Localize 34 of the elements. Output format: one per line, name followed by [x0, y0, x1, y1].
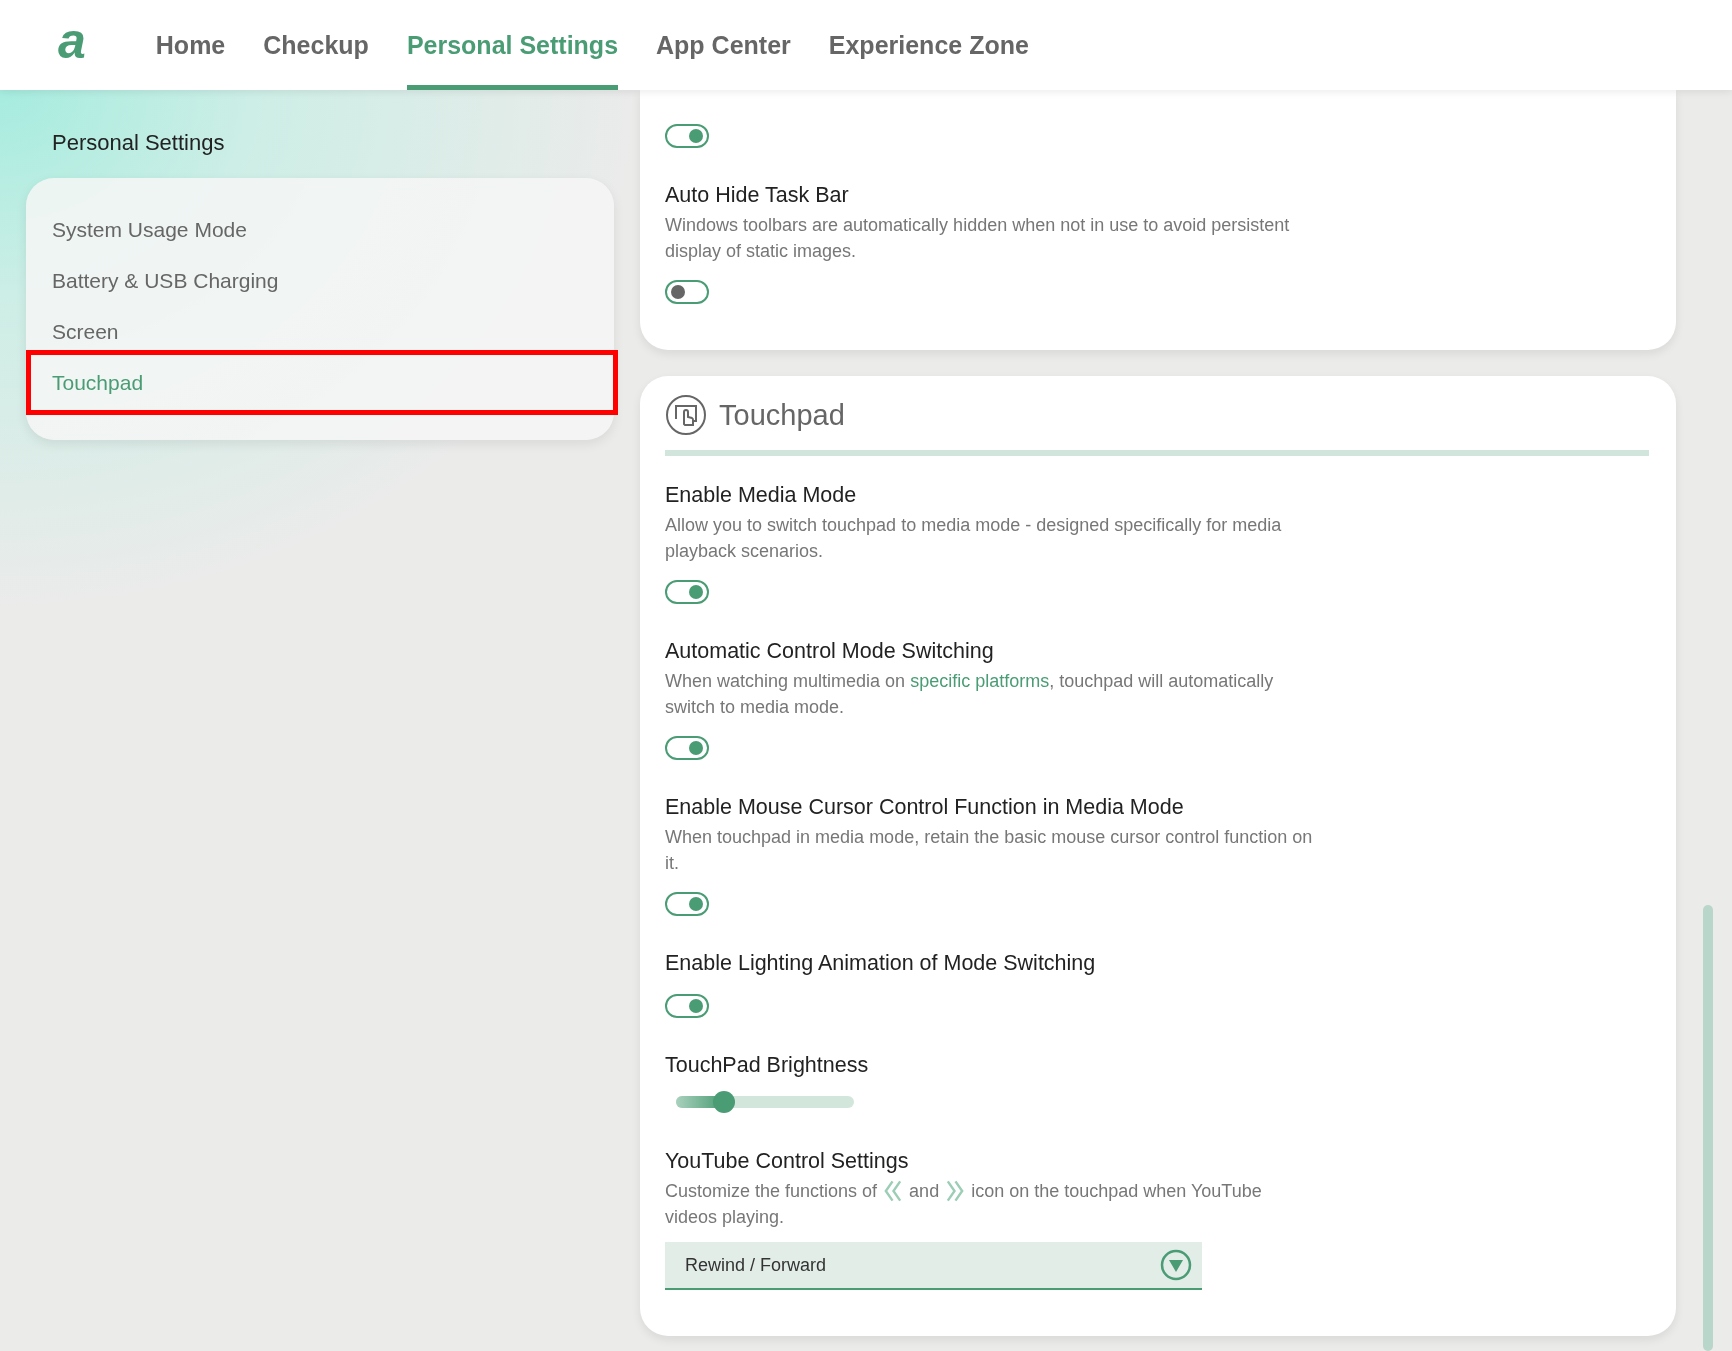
sidebar-item[interactable]: System Usage Mode: [26, 204, 614, 255]
toggle-switch[interactable]: [665, 892, 709, 916]
nav-tab[interactable]: Experience Zone: [828, 0, 1029, 90]
toggle-switch[interactable]: [665, 124, 709, 148]
description-text: Allow you to switch touchpad to media mode - designed specifically for media playback scenarios.: [665, 514, 1283, 563]
setting-title: Enable Media Mode: [665, 482, 858, 509]
touchpad-icon: [665, 394, 707, 436]
description-text: When watching multimedia on specific platforms, touchpad will automatically switch to media mode.: [665, 670, 1275, 719]
sidebar-item[interactable]: Battery & USB Charging: [26, 255, 614, 306]
description-text: Customize the functions of and icon on the touchpad when YouTube videos playing.: [665, 1178, 1263, 1229]
nav-tab[interactable]: Personal Settings: [406, 0, 619, 90]
setting-title: YouTube Control Settings: [665, 1148, 910, 1175]
description-text: When touchpad in media mode, retain the basic mouse cursor control function on it.: [665, 826, 1314, 875]
setting-title: Enable Lighting Animation of Mode Switching: [665, 950, 1097, 977]
toggle-switch[interactable]: [665, 580, 709, 604]
sidebar-title: Personal Settings: [51, 130, 226, 156]
setting-title: TouchPad Brightness: [665, 1052, 870, 1079]
section-title: Touchpad: [719, 398, 845, 432]
nav-tab[interactable]: Checkup: [263, 0, 369, 90]
toggle-switch[interactable]: [665, 280, 709, 304]
app-logo: a: [58, 16, 86, 66]
nav-tab[interactable]: Home: [155, 0, 226, 90]
nav-tab[interactable]: App Center: [656, 0, 791, 90]
toggle-switch[interactable]: [665, 994, 709, 1018]
scrollbar[interactable]: [1703, 905, 1713, 1351]
setting-title: Enable Mouse Cursor Control Function in Media Mode: [665, 794, 1185, 821]
sidebar-item[interactable]: Touchpad: [26, 350, 618, 415]
platforms-link[interactable]: specific platforms: [910, 671, 1050, 691]
description-text: Windows toolbars are automatically hidden when not in use to avoid persistent display of static images.: [665, 214, 1291, 263]
setting-title: Automatic Control Mode Switching: [665, 638, 995, 665]
toggle-switch[interactable]: [665, 736, 709, 760]
dropdown-field[interactable]: Rewind / Forward: [665, 1242, 1202, 1290]
setting-title: Auto Hide Task Bar: [665, 182, 850, 209]
slider-thumb[interactable]: [713, 1091, 736, 1113]
